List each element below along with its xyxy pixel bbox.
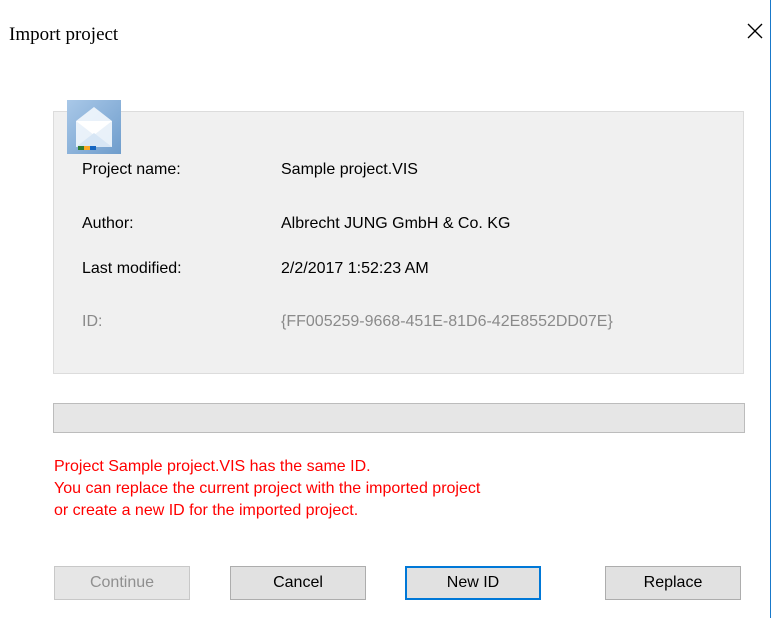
message-line: You can replace the current project with…: [54, 480, 481, 497]
message-line: Project Sample project.VIS has the same …: [54, 458, 371, 475]
continue-button[interactable]: Continue: [54, 566, 190, 600]
duplicate-id-message: Project Sample project.VIS has the same …: [54, 456, 480, 522]
author-value: Albrecht JUNG GmbH & Co. KG: [281, 215, 511, 232]
project-name-value: Sample project.VIS: [281, 161, 418, 178]
replace-button[interactable]: Replace: [605, 566, 741, 600]
last-modified-label: Last modified:: [82, 260, 182, 277]
new-id-button[interactable]: New ID: [405, 566, 541, 600]
project-name-label: Project name:: [82, 161, 181, 178]
dialog-title: Import project: [9, 24, 119, 45]
project-file-icon: [66, 99, 122, 155]
id-label: ID:: [82, 313, 103, 330]
last-modified-value: 2/2/2017 1:52:23 AM: [281, 260, 429, 277]
author-label: Author:: [82, 215, 134, 232]
cancel-button[interactable]: Cancel: [230, 566, 366, 600]
import-project-dialog: Import project Project name: Sample proj: [0, 0, 771, 618]
project-info-group: [53, 111, 744, 374]
message-line: or create a new ID for the imported proj…: [54, 502, 359, 519]
import-progress-bar: [53, 403, 745, 433]
id-value: {FF005259-9668-451E-81D6-42E8552DD07E}: [281, 313, 613, 330]
close-icon[interactable]: [742, 14, 768, 48]
